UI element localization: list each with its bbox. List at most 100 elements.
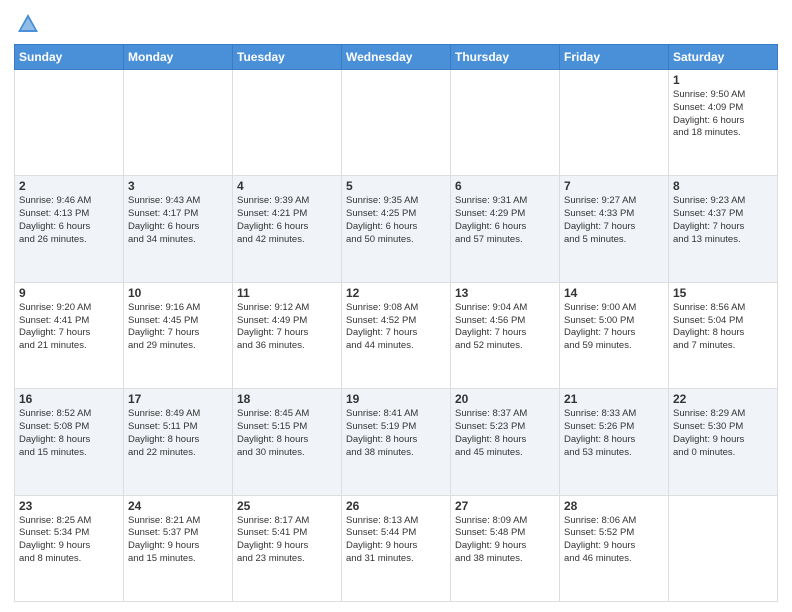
day-number: 24 bbox=[128, 499, 228, 513]
calendar-cell: 24 Sunrise: 8:21 AM Sunset: 5:37 PM Dayli… bbox=[124, 495, 233, 601]
day-number: 26 bbox=[346, 499, 446, 513]
calendar-body: 1 Sunrise: 9:50 AM Sunset: 4:09 PM Daylig… bbox=[15, 70, 778, 602]
calendar-cell bbox=[233, 70, 342, 176]
day-number: 20 bbox=[455, 392, 555, 406]
calendar-table: Sunday Monday Tuesday Wednesday Thursday… bbox=[14, 44, 778, 602]
day-number: 18 bbox=[237, 392, 337, 406]
day-number: 22 bbox=[673, 392, 773, 406]
calendar-cell: 14Sunrise: 9:00 AM Sunset: 5:00 PM Dayli… bbox=[560, 282, 669, 388]
calendar-cell: 28 Sunrise: 8:06 AM Sunset: 5:52 PM Dayli… bbox=[560, 495, 669, 601]
calendar-cell: 9 Sunrise: 9:20 AM Sunset: 4:41 PM Daylig… bbox=[15, 282, 124, 388]
calendar-week-1: 2 Sunrise: 9:46 AM Sunset: 4:13 PM Daylig… bbox=[15, 176, 778, 282]
day-info: Sunrise: 9:20 AM Sunset: 4:41 PM Dayligh… bbox=[19, 302, 119, 353]
day-info: Sunrise: 8:52 AM Sunset: 5:08 PM Dayligh… bbox=[19, 408, 119, 459]
day-info: Sunrise: 8:56 AM Sunset: 5:04 PM Dayligh… bbox=[673, 302, 773, 353]
day-number: 15 bbox=[673, 286, 773, 300]
calendar-cell: 11 Sunrise: 9:12 AM Sunset: 4:49 PM Dayli… bbox=[233, 282, 342, 388]
day-number: 14 bbox=[564, 286, 664, 300]
calendar-week-2: 9 Sunrise: 9:20 AM Sunset: 4:41 PM Daylig… bbox=[15, 282, 778, 388]
day-info: Sunrise: 9:16 AM Sunset: 4:45 PM Dayligh… bbox=[128, 302, 228, 353]
day-info: Sunrise: 9:46 AM Sunset: 4:13 PM Dayligh… bbox=[19, 195, 119, 246]
header-monday: Monday bbox=[124, 45, 233, 70]
calendar-cell: 22 Sunrise: 8:29 AM Sunset: 5:30 PM Dayli… bbox=[669, 389, 778, 495]
day-number: 23 bbox=[19, 499, 119, 513]
day-info: Sunrise: 8:21 AM Sunset: 5:37 PM Dayligh… bbox=[128, 515, 228, 566]
day-number: 10 bbox=[128, 286, 228, 300]
day-info: Sunrise: 8:37 AM Sunset: 5:23 PM Dayligh… bbox=[455, 408, 555, 459]
calendar-cell: 21 Sunrise: 8:33 AM Sunset: 5:26 PM Dayli… bbox=[560, 389, 669, 495]
calendar-cell: 1 Sunrise: 9:50 AM Sunset: 4:09 PM Daylig… bbox=[669, 70, 778, 176]
header bbox=[14, 10, 778, 38]
day-number: 9 bbox=[19, 286, 119, 300]
calendar-cell: 19 Sunrise: 8:41 AM Sunset: 5:19 PM Dayli… bbox=[342, 389, 451, 495]
day-info: Sunrise: 8:33 AM Sunset: 5:26 PM Dayligh… bbox=[564, 408, 664, 459]
calendar-week-3: 16 Sunrise: 8:52 AM Sunset: 5:08 PM Dayli… bbox=[15, 389, 778, 495]
day-info: Sunrise: 8:13 AM Sunset: 5:44 PM Dayligh… bbox=[346, 515, 446, 566]
day-number: 28 bbox=[564, 499, 664, 513]
day-info: Sunrise: 8:25 AM Sunset: 5:34 PM Dayligh… bbox=[19, 515, 119, 566]
calendar-week-0: 1 Sunrise: 9:50 AM Sunset: 4:09 PM Daylig… bbox=[15, 70, 778, 176]
calendar-cell: 8Sunrise: 9:23 AM Sunset: 4:37 PM Daylig… bbox=[669, 176, 778, 282]
calendar-cell: 23 Sunrise: 8:25 AM Sunset: 5:34 PM Dayli… bbox=[15, 495, 124, 601]
header-thursday: Thursday bbox=[451, 45, 560, 70]
logo-icon bbox=[14, 10, 42, 38]
day-number: 17 bbox=[128, 392, 228, 406]
calendar-cell: 20 Sunrise: 8:37 AM Sunset: 5:23 PM Dayli… bbox=[451, 389, 560, 495]
day-number: 1 bbox=[673, 73, 773, 87]
day-info: Sunrise: 9:04 AM Sunset: 4:56 PM Dayligh… bbox=[455, 302, 555, 353]
calendar-cell: 25Sunrise: 8:17 AM Sunset: 5:41 PM Dayli… bbox=[233, 495, 342, 601]
calendar-cell: 27 Sunrise: 8:09 AM Sunset: 5:48 PM Dayli… bbox=[451, 495, 560, 601]
day-info: Sunrise: 9:31 AM Sunset: 4:29 PM Dayligh… bbox=[455, 195, 555, 246]
day-info: Sunrise: 8:29 AM Sunset: 5:30 PM Dayligh… bbox=[673, 408, 773, 459]
day-info: Sunrise: 8:49 AM Sunset: 5:11 PM Dayligh… bbox=[128, 408, 228, 459]
calendar-cell bbox=[124, 70, 233, 176]
header-saturday: Saturday bbox=[669, 45, 778, 70]
calendar-cell: 15 Sunrise: 8:56 AM Sunset: 5:04 PM Dayli… bbox=[669, 282, 778, 388]
calendar-cell bbox=[15, 70, 124, 176]
day-number: 6 bbox=[455, 179, 555, 193]
day-info: Sunrise: 9:12 AM Sunset: 4:49 PM Dayligh… bbox=[237, 302, 337, 353]
day-info: Sunrise: 8:17 AM Sunset: 5:41 PM Dayligh… bbox=[237, 515, 337, 566]
calendar-cell: 17 Sunrise: 8:49 AM Sunset: 5:11 PM Dayli… bbox=[124, 389, 233, 495]
calendar-cell: 3Sunrise: 9:43 AM Sunset: 4:17 PM Daylig… bbox=[124, 176, 233, 282]
day-info: Sunrise: 8:06 AM Sunset: 5:52 PM Dayligh… bbox=[564, 515, 664, 566]
day-number: 11 bbox=[237, 286, 337, 300]
day-info: Sunrise: 9:27 AM Sunset: 4:33 PM Dayligh… bbox=[564, 195, 664, 246]
day-number: 21 bbox=[564, 392, 664, 406]
header-sunday: Sunday bbox=[15, 45, 124, 70]
day-number: 16 bbox=[19, 392, 119, 406]
calendar-cell: 4Sunrise: 9:39 AM Sunset: 4:21 PM Daylig… bbox=[233, 176, 342, 282]
calendar-cell bbox=[560, 70, 669, 176]
calendar-header: Sunday Monday Tuesday Wednesday Thursday… bbox=[15, 45, 778, 70]
calendar-cell: 5Sunrise: 9:35 AM Sunset: 4:25 PM Daylig… bbox=[342, 176, 451, 282]
logo bbox=[14, 10, 46, 38]
day-number: 19 bbox=[346, 392, 446, 406]
day-info: Sunrise: 8:09 AM Sunset: 5:48 PM Dayligh… bbox=[455, 515, 555, 566]
day-number: 2 bbox=[19, 179, 119, 193]
calendar-cell: 18 Sunrise: 8:45 AM Sunset: 5:15 PM Dayli… bbox=[233, 389, 342, 495]
day-info: Sunrise: 8:45 AM Sunset: 5:15 PM Dayligh… bbox=[237, 408, 337, 459]
calendar-cell: 16 Sunrise: 8:52 AM Sunset: 5:08 PM Dayli… bbox=[15, 389, 124, 495]
calendar-cell bbox=[342, 70, 451, 176]
calendar-cell: 13 Sunrise: 9:04 AM Sunset: 4:56 PM Dayli… bbox=[451, 282, 560, 388]
day-number: 27 bbox=[455, 499, 555, 513]
day-info: Sunrise: 8:41 AM Sunset: 5:19 PM Dayligh… bbox=[346, 408, 446, 459]
day-number: 3 bbox=[128, 179, 228, 193]
calendar-cell bbox=[669, 495, 778, 601]
header-friday: Friday bbox=[560, 45, 669, 70]
calendar-cell: 12 Sunrise: 9:08 AM Sunset: 4:52 PM Dayli… bbox=[342, 282, 451, 388]
day-info: Sunrise: 9:08 AM Sunset: 4:52 PM Dayligh… bbox=[346, 302, 446, 353]
calendar-cell: 6 Sunrise: 9:31 AM Sunset: 4:29 PM Daylig… bbox=[451, 176, 560, 282]
day-number: 12 bbox=[346, 286, 446, 300]
calendar-week-4: 23 Sunrise: 8:25 AM Sunset: 5:34 PM Dayli… bbox=[15, 495, 778, 601]
weekday-header-row: Sunday Monday Tuesday Wednesday Thursday… bbox=[15, 45, 778, 70]
day-info: Sunrise: 9:50 AM Sunset: 4:09 PM Dayligh… bbox=[673, 89, 773, 140]
calendar-cell: 7 Sunrise: 9:27 AM Sunset: 4:33 PM Daylig… bbox=[560, 176, 669, 282]
day-number: 7 bbox=[564, 179, 664, 193]
day-number: 13 bbox=[455, 286, 555, 300]
calendar-cell: 26 Sunrise: 8:13 AM Sunset: 5:44 PM Dayli… bbox=[342, 495, 451, 601]
header-wednesday: Wednesday bbox=[342, 45, 451, 70]
calendar-cell: 10 Sunrise: 9:16 AM Sunset: 4:45 PM Dayli… bbox=[124, 282, 233, 388]
header-tuesday: Tuesday bbox=[233, 45, 342, 70]
page: Sunday Monday Tuesday Wednesday Thursday… bbox=[0, 0, 792, 612]
